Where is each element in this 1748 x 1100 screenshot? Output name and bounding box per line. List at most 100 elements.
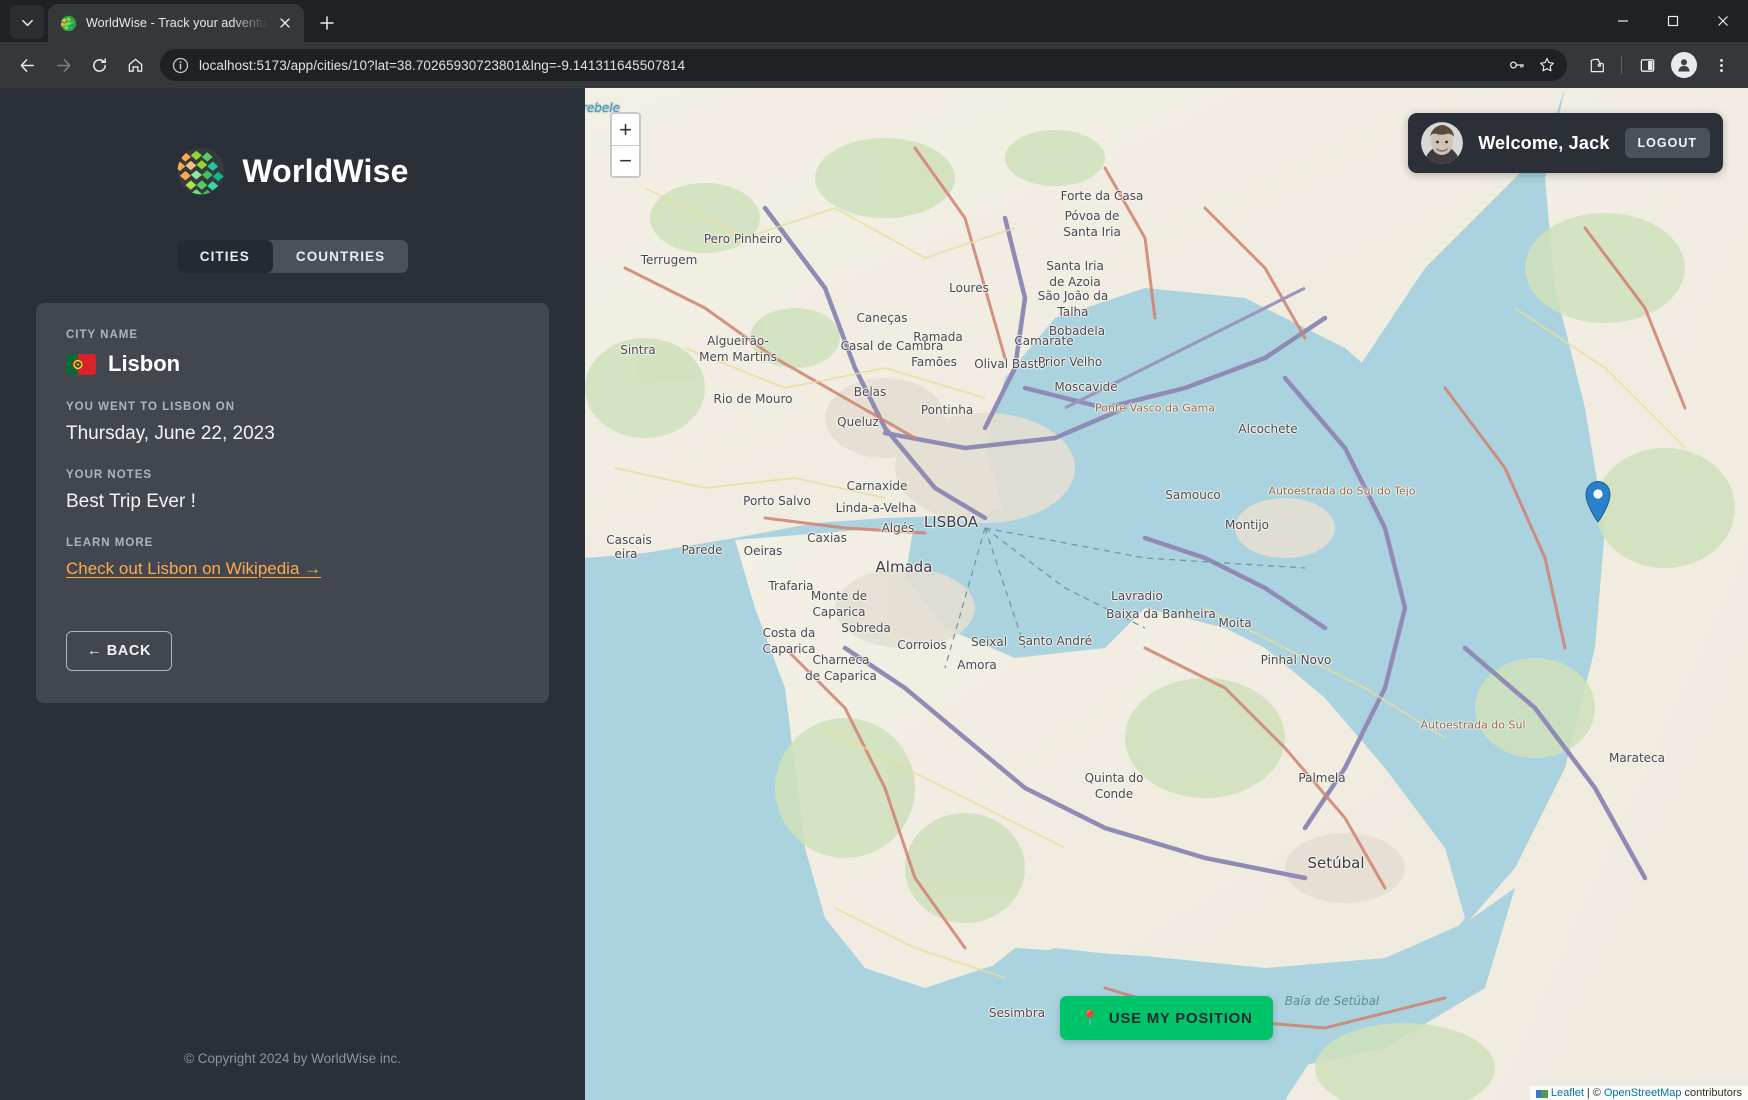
map-place-label: Alcochete: [1238, 422, 1298, 436]
forward-navigation-button[interactable]: [46, 48, 80, 82]
map-place-label: Camarate: [1014, 334, 1074, 348]
map-place-label: Santo André: [1018, 634, 1092, 648]
map-place-label: Algés: [881, 521, 915, 535]
tab-title: WorldWise - Track your adventu: [86, 16, 267, 30]
attribution-separator: |: [1586, 1087, 1590, 1099]
back-button[interactable]: ← BACK: [66, 631, 173, 671]
wikipedia-link[interactable]: Check out Lisbon on Wikipedia →: [66, 559, 321, 578]
star-icon: [1540, 58, 1554, 72]
zoom-out-button[interactable]: −: [612, 145, 639, 176]
map-place-label: Moita: [1218, 616, 1252, 630]
map-place-label: Pinhal Novo: [1260, 653, 1332, 667]
city-name-text: Lisbon: [108, 351, 181, 376]
toolbar-divider: [1621, 56, 1622, 74]
city-name-field: CITY NAME Lisbon: [66, 329, 519, 377]
sidebar-nav: CITIES COUNTRIES: [36, 240, 549, 273]
use-my-position-label: USE MY POSITION: [1108, 1009, 1253, 1027]
map-place-label: Montijo: [1224, 518, 1270, 532]
map-place-label: Sintra: [620, 343, 656, 357]
app-sidebar: WorldWise CITIES COUNTRIES CITY NAME Lis…: [0, 88, 585, 1100]
map-place-label: Sesimbra: [988, 1006, 1046, 1020]
tab-search-button[interactable]: [10, 5, 44, 39]
notes-value: Best Trip Ever !: [66, 491, 196, 512]
use-my-position-button[interactable]: 📍 USE MY POSITION: [1059, 996, 1274, 1040]
person-icon: [1678, 59, 1690, 72]
close-icon: [1718, 16, 1728, 26]
map-place-label: Caneças: [856, 311, 908, 325]
url-text: localhost:5173/app/cities/10?lat=38.7026…: [199, 57, 686, 73]
maximize-icon: [1667, 15, 1679, 27]
browser-window: WorldWise - Track your adventu localhost…: [0, 0, 1748, 1100]
close-icon: [279, 18, 290, 28]
new-tab-button[interactable]: [312, 8, 342, 38]
tab-close-button[interactable]: [276, 14, 294, 32]
minimize-button[interactable]: [1598, 0, 1648, 42]
map-place-label: Rio de Mouro: [713, 392, 793, 406]
map-zoom-controls: + −: [610, 112, 641, 178]
leaflet-link[interactable]: Leaflet: [1551, 1087, 1584, 1099]
map-place-label: Lavradio: [1111, 589, 1163, 603]
map-place-label: Algueirão-: [707, 334, 769, 348]
home-button[interactable]: [118, 48, 152, 82]
app-logo[interactable]: WorldWise: [36, 146, 549, 196]
city-details-card: CITY NAME Lisbon YOU WENT TO LISBON ON T…: [36, 303, 549, 703]
browser-titlebar: WorldWise - Track your adventu: [0, 0, 1748, 42]
site-info-icon[interactable]: [172, 57, 189, 74]
map-place-label: Sobreda: [841, 621, 891, 635]
map-place-label: Baía de Setúbal: [1284, 994, 1380, 1008]
bookmark-button[interactable]: [1533, 51, 1561, 79]
portugal-flag-icon: [66, 353, 96, 375]
map-place-label: Almada: [875, 558, 933, 576]
window-close-button[interactable]: [1698, 0, 1748, 42]
map-place-label: Talha: [1057, 305, 1089, 319]
three-dot-menu-icon: [1719, 58, 1723, 72]
map-place-label: Queluz: [837, 415, 879, 429]
map-place-label: Pontinha: [920, 403, 974, 417]
worldwise-globe-icon: [176, 146, 226, 196]
minimize-icon: [1618, 20, 1628, 22]
map-place-label: Palmela: [1298, 771, 1346, 785]
chevron-down-icon: [21, 19, 33, 26]
map-place-label: Cascais: [606, 533, 652, 547]
map-place-label: Forte da Casa: [1060, 189, 1144, 203]
map-place-label: Marateca: [1608, 751, 1666, 765]
openstreetmap-link[interactable]: OpenStreetMap: [1604, 1087, 1682, 1099]
map-place-label: Amora: [957, 658, 997, 672]
page-viewport: WorldWise CITIES COUNTRIES CITY NAME Lis…: [0, 88, 1748, 1100]
browser-tab[interactable]: WorldWise - Track your adventu: [48, 4, 304, 42]
notes-field: YOUR NOTES Best Trip Ever !: [66, 469, 519, 513]
maximize-button[interactable]: [1648, 0, 1698, 42]
visit-date-label: YOU WENT TO LISBON ON: [66, 401, 236, 413]
tab-countries[interactable]: COUNTRIES: [273, 240, 408, 273]
map-place-label: Olival Basto: [974, 357, 1046, 371]
side-panel-button[interactable]: [1630, 48, 1664, 82]
map-place-label: Mem Martins: [699, 350, 777, 364]
password-manager-button[interactable]: [1503, 51, 1531, 79]
toolbar-right-actions: [1575, 48, 1738, 82]
map-place-label: LISBOA: [923, 513, 979, 531]
map-place-label: Oeiras: [743, 544, 783, 558]
attribution-suffix: contributors: [1684, 1087, 1742, 1099]
leaflet-map[interactable]: rebele Pero Pinheiro Terrugem Póvoa de Santa…: [585, 88, 1748, 1100]
reload-button[interactable]: [82, 48, 116, 82]
profile-button[interactable]: [1671, 52, 1697, 78]
browser-menu-button[interactable]: [1704, 48, 1738, 82]
back-navigation-button[interactable]: [10, 48, 44, 82]
map-place-label: Baixa da Banheira: [1106, 607, 1216, 621]
extensions-button[interactable]: [1579, 48, 1613, 82]
map-place-label: Conde: [1094, 787, 1134, 801]
zoom-in-button[interactable]: +: [612, 114, 639, 145]
address-bar[interactable]: localhost:5173/app/cities/10?lat=38.7026…: [160, 49, 1567, 81]
plus-icon: [319, 16, 334, 30]
welcome-message: Welcome, Jack: [1478, 132, 1610, 153]
map-place-label: Caparica: [812, 605, 866, 619]
map-place-label: Quinta do: [1084, 771, 1144, 785]
map-place-label: Santa Iria: [1063, 225, 1121, 239]
logout-button[interactable]: LOGOUT: [1624, 128, 1710, 158]
map-place-label: Samouco: [1165, 488, 1221, 502]
map-place-label: São João da: [1037, 289, 1109, 303]
arrow-right-icon: [56, 58, 70, 72]
tab-cities[interactable]: CITIES: [176, 240, 273, 273]
map-pin-marker[interactable]: [1585, 480, 1611, 523]
map-place-label: de Caparica: [805, 669, 877, 683]
